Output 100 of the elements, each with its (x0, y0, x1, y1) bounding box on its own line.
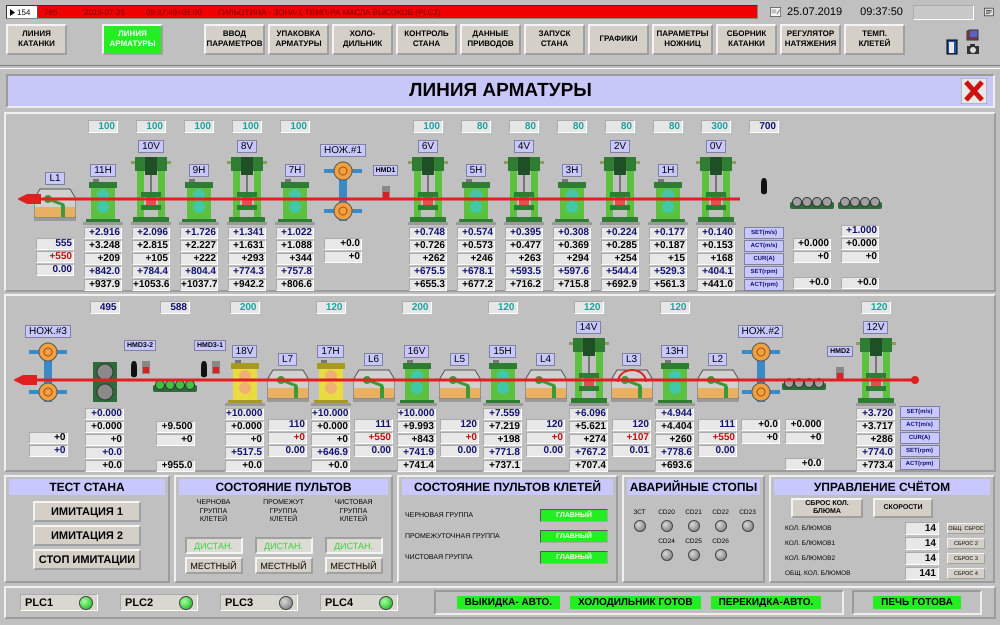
setpoint-field: 100 (280, 120, 310, 133)
value-readout: +0.224 (601, 227, 639, 239)
value-readout: 111 (354, 419, 393, 431)
value-readout: +9.993 (397, 421, 436, 433)
value-readout: 120 (612, 419, 651, 431)
value-readout: +773.4 (856, 460, 895, 472)
value-readout: 120 (440, 419, 479, 431)
nav-button[interactable]: ХОЛО- ДИЛЬНИК (332, 24, 393, 54)
value-readout: +0 (28, 445, 68, 457)
value-readout: +4.944 (655, 408, 694, 420)
nav-button[interactable]: СБОРНИК КАТАНКИ (716, 24, 777, 54)
value-readout: +1.726 (180, 227, 218, 239)
value-readout: +675.5 (409, 266, 447, 278)
value-readout: 120 (526, 419, 565, 431)
test-button[interactable]: ИМИТАЦИЯ 1 (33, 501, 141, 522)
value-readout: +737.1 (483, 460, 522, 472)
nav-button[interactable]: ГРАФИКИ (588, 24, 649, 54)
setpoint-field: 120 (660, 301, 690, 314)
value-readout: +0 (311, 434, 350, 446)
value-readout: +209 (84, 253, 122, 265)
setpoint-field: 80 (461, 120, 491, 133)
nav-button[interactable]: ДАННЫЕ ПРИВОДОВ (460, 24, 521, 54)
value-readout: +0.573 (457, 240, 495, 252)
setpoint-field: 700 (749, 120, 779, 133)
book-icon[interactable] (966, 29, 980, 41)
value-readout: +10.000 (225, 408, 264, 420)
value-readout: +771.8 (483, 447, 522, 459)
mode-button[interactable]: МЕСТНЫЙ (324, 557, 382, 574)
play-icon (10, 8, 15, 16)
value-readout: 110 (268, 419, 307, 431)
value-readout: +0 (841, 251, 879, 263)
nav-button[interactable]: ЛИНИЯ КАТАНКИ (6, 24, 67, 54)
value-readout: +1.631 (228, 240, 266, 252)
value-readout: +0.0 (741, 419, 780, 431)
nav-button[interactable]: ТЕМП. КЛЕТЕЙ (844, 24, 905, 54)
value-readout: +0.726 (409, 240, 447, 252)
value-readout: +274 (569, 434, 608, 446)
nav-button[interactable]: РЕГУЛЯТОР НАТЯЖЕНИЯ (780, 24, 841, 54)
probe-icon (130, 361, 138, 378)
sensor-indicator-icon (142, 361, 150, 374)
sensor-indicator-icon (382, 186, 390, 199)
nav-button[interactable]: УПАКОВКА АРМАТУРЫ (268, 24, 329, 54)
value-readout: +0.477 (505, 240, 543, 252)
unit-label: 9H (188, 164, 210, 177)
value-readout: 111 (698, 419, 737, 431)
value-readout: +260 (655, 434, 694, 446)
value-readout: +806.6 (276, 279, 314, 291)
value-readout: +3.248 (84, 240, 122, 252)
door-icon[interactable] (946, 39, 958, 55)
value-readout: 0.00 (440, 445, 479, 457)
setpoint-field: 80 (557, 120, 587, 133)
value-readout: +2.815 (132, 240, 170, 252)
value-readout: +774.0 (856, 447, 895, 459)
camera-icon[interactable] (966, 43, 980, 55)
value-readout: +0.140 (697, 227, 735, 239)
value-readout: +6.096 (569, 408, 608, 420)
close-icon[interactable] (961, 78, 987, 104)
unit-label: 10V (138, 140, 164, 153)
value-readout: +0 (741, 432, 780, 444)
value-readout: +1037.7 (180, 279, 218, 291)
value-readout: +0.0 (85, 460, 124, 472)
calendar-icon[interactable] (770, 5, 782, 19)
value-readout: +404.1 (697, 266, 735, 278)
panel-icon[interactable] (984, 6, 994, 18)
test-button[interactable]: ИМИТАЦИЯ 2 (33, 525, 141, 546)
unit-label: 12V (862, 321, 888, 334)
unit-label: 18V (232, 345, 258, 358)
mode-button[interactable]: МЕСТНЫЙ (254, 557, 312, 574)
setpoint-field: 120 (488, 301, 518, 314)
panel-header: СОСТОЯНИЕ ПУЛЬТОВ КЛЕТЕЙ (402, 479, 613, 495)
value-readout: +544.4 (601, 266, 639, 278)
value-readout: +7.219 (483, 421, 522, 433)
value-readout: +0.0 (841, 277, 879, 289)
value-readout: +293 (228, 253, 266, 265)
mode-button[interactable]: МЕСТНЫЙ (184, 557, 242, 574)
unit-label: 7H (284, 164, 306, 177)
setpoint-field: 200 (402, 301, 432, 314)
value-readout: +344 (276, 253, 314, 265)
value-readout: +105 (132, 253, 170, 265)
value-readout: +707.4 (569, 460, 608, 472)
value-readout: +0.153 (697, 240, 735, 252)
value-readout: 0.01 (612, 445, 651, 457)
value-readout: +843 (397, 434, 436, 446)
value-readout: +1.341 (228, 227, 266, 239)
value-readout: +10.000 (311, 408, 350, 420)
value-readout: +767.2 (569, 447, 608, 459)
nav-button[interactable]: ЗАПУСК СТАНА (524, 24, 585, 54)
nav-button[interactable]: ВВОД ПАРАМЕТРОВ (204, 24, 265, 54)
test-button[interactable]: СТОП ИМИТАЦИИ (33, 549, 141, 570)
probe-icon (200, 361, 208, 378)
panel-header: ТЕСТ СТАНА (9, 479, 165, 495)
value-readout: +0 (526, 432, 565, 444)
value-readout: +0 (225, 434, 264, 446)
value-readout: +550 (354, 432, 393, 444)
plc-label: PLC4 (325, 596, 354, 608)
clock-time: 09:37:50 (860, 6, 903, 18)
nav-button[interactable]: ПАРАМЕТРЫ НОЖНИЦ (652, 24, 713, 54)
value-readout: +0.0 (793, 277, 831, 289)
nav-button[interactable]: КОНТРОЛЬ СТАНА (396, 24, 457, 54)
setpoint-field: 80 (653, 120, 683, 133)
